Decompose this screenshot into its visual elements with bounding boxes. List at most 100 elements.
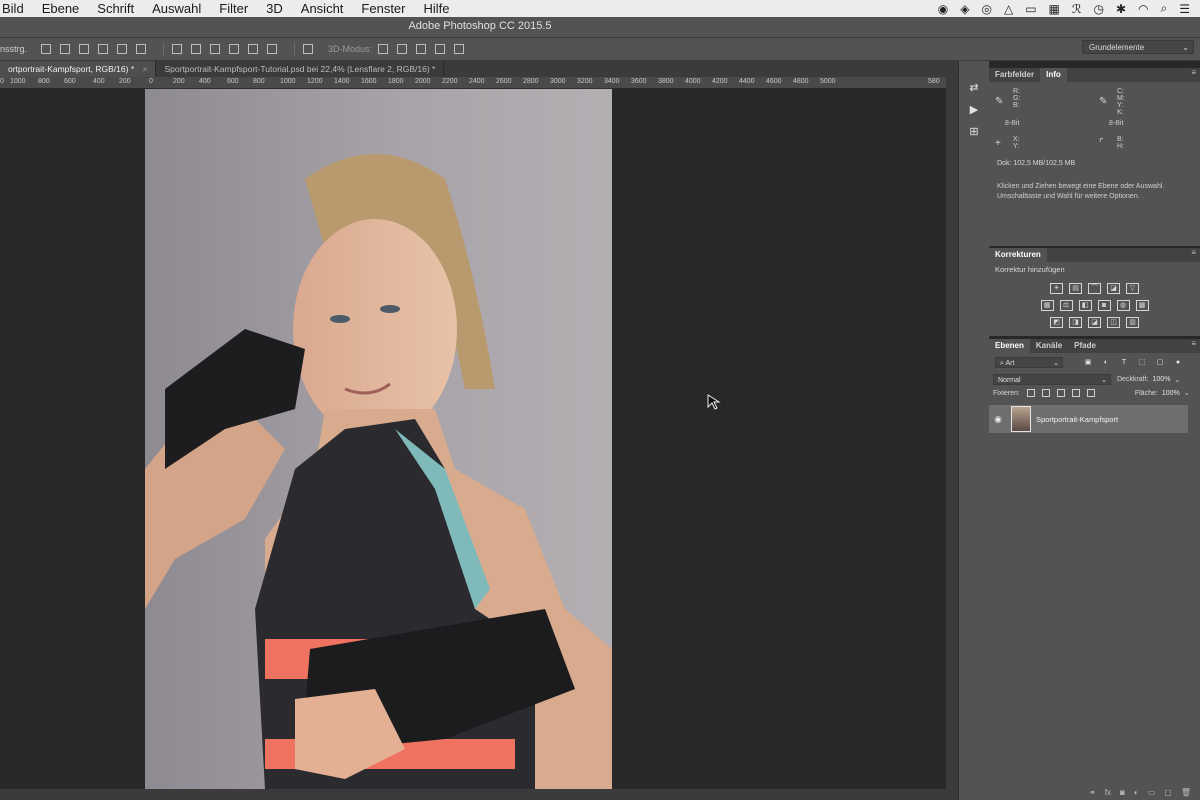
time-machine-icon[interactable]: ◷ — [1093, 2, 1103, 16]
wifi-icon[interactable]: ◠ — [1138, 2, 1148, 16]
auto-align-icon[interactable] — [303, 44, 314, 54]
canvas-area[interactable] — [0, 89, 946, 789]
opacity-value[interactable]: 100% — [1153, 376, 1171, 383]
notification-icon[interactable]: ☰ — [1179, 2, 1190, 16]
lock-all-icon[interactable] — [1086, 389, 1095, 397]
actions-play-icon[interactable]: ▶ — [967, 103, 981, 117]
menu-auswahl[interactable]: Auswahl — [152, 0, 201, 17]
invert-icon[interactable]: ◩ — [1050, 317, 1063, 328]
tab-ebenen[interactable]: Ebenen — [989, 339, 1030, 353]
eye-icon[interactable]: ◉ — [989, 414, 1007, 425]
fill-value[interactable]: 100% — [1162, 390, 1180, 397]
align-bottom-icon[interactable] — [79, 44, 90, 54]
history-panel-icon[interactable]: ⇄ — [967, 81, 981, 95]
black-white-icon[interactable]: ◧ — [1078, 300, 1092, 311]
vibrance-icon[interactable]: ▽ — [1126, 283, 1139, 294]
hue-saturation-icon[interactable]: ▦ — [1040, 300, 1054, 311]
tab-document-1[interactable]: ortportrait-Kampfsport, RGB/16) * × — [0, 61, 157, 77]
levels-icon[interactable]: ▤ — [1069, 283, 1082, 294]
fx-icon[interactable]: fx — [1105, 788, 1111, 797]
3d-rotate-icon[interactable] — [378, 44, 389, 54]
mask-icon[interactable]: ◙ — [1120, 788, 1125, 797]
pixel-filter-icon[interactable]: ▣ — [1083, 358, 1093, 367]
align-top-icon[interactable] — [41, 44, 52, 54]
drive-icon[interactable]: △ — [1004, 2, 1013, 16]
record-icon[interactable]: ◉ — [938, 2, 948, 16]
spotlight-icon[interactable]: ⌕ — [1161, 1, 1168, 16]
brightness-icon[interactable]: ☀ — [1050, 283, 1063, 294]
photo-filter-icon[interactable]: ◙ — [1097, 300, 1111, 311]
group-icon[interactable]: ▭ — [1148, 788, 1156, 797]
menu-ebene[interactable]: Ebene — [42, 0, 80, 17]
tab-farbfelder[interactable]: Farbfelder — [989, 68, 1040, 82]
3d-slide-icon[interactable] — [435, 44, 446, 54]
layer-row[interactable]: ◉ Sportportrait-Kampfsport — [989, 405, 1188, 433]
tab-kanaele[interactable]: Kanäle — [1030, 339, 1068, 353]
bluetooth-icon[interactable]: ✱ — [1116, 2, 1126, 16]
menu-fenster[interactable]: Fenster — [361, 0, 405, 17]
dropbox-icon[interactable]: ◈ — [960, 2, 969, 16]
smart-object-filter-icon[interactable]: ▢ — [1155, 358, 1165, 367]
vertical-scrollbar[interactable] — [946, 77, 958, 800]
chevron-down-icon[interactable]: ⌄ — [1184, 389, 1190, 397]
menu-bild[interactable]: Bild — [2, 0, 24, 17]
gradient-map-icon[interactable]: ▥ — [1126, 317, 1139, 328]
chevron-down-icon[interactable]: ⌄ — [1174, 376, 1180, 384]
layer-kind-filter[interactable]: ⌕ Art ⌄ — [995, 357, 1063, 368]
document-image[interactable] — [145, 89, 612, 789]
3d-scale-icon[interactable] — [454, 44, 465, 54]
lock-position-icon[interactable] — [1056, 389, 1065, 397]
shape-filter-icon[interactable]: ⬚ — [1137, 358, 1147, 367]
distribute-top-icon[interactable] — [172, 44, 183, 54]
menu-filter[interactable]: Filter — [219, 0, 248, 17]
exposure-icon[interactable]: ◪ — [1107, 283, 1120, 294]
lock-image-icon[interactable] — [1041, 389, 1050, 397]
menu-schrift[interactable]: Schrift — [97, 0, 134, 17]
tab-document-2[interactable]: Sportportrait-Kampfsport-Tutorial.psd be… — [156, 61, 445, 77]
tab-info[interactable]: Info — [1040, 68, 1067, 82]
grid-icon[interactable]: ▦ — [1049, 2, 1060, 16]
new-layer-icon[interactable]: ▢ — [1164, 788, 1172, 797]
align-left-icon[interactable] — [98, 44, 109, 54]
panel-menu-icon[interactable]: ≡ — [1191, 68, 1196, 77]
lock-artboard-icon[interactable] — [1071, 389, 1080, 397]
color-balance-icon[interactable]: ⚖ — [1059, 300, 1073, 311]
adjustment-filter-icon[interactable]: ◐ — [1101, 358, 1111, 367]
password-icon[interactable]: ▭ — [1025, 2, 1036, 16]
channel-mixer-icon[interactable]: ◍ — [1116, 300, 1130, 311]
filter-toggle-icon[interactable]: ● — [1173, 358, 1183, 367]
tab-korrekturen[interactable]: Korrekturen — [989, 248, 1047, 262]
creative-cloud-icon[interactable]: ◎ — [981, 2, 991, 16]
distribute-right-icon[interactable] — [267, 44, 278, 54]
blend-mode-select[interactable]: Normal ⌄ — [993, 374, 1111, 385]
distribute-bottom-icon[interactable] — [210, 44, 221, 54]
workspace-dropdown[interactable]: Grundelemente ⌄ — [1082, 40, 1194, 54]
menu-ansicht[interactable]: Ansicht — [301, 0, 344, 17]
selective-color-icon[interactable]: ◫ — [1107, 317, 1120, 328]
tool-option-label[interactable]: nsstrg. — [0, 44, 27, 54]
3d-drag-icon[interactable] — [416, 44, 427, 54]
adjustment-layer-icon[interactable]: ◐ — [1134, 788, 1139, 797]
tab-pfade[interactable]: Pfade — [1068, 339, 1102, 353]
link-icon[interactable]: ⚭ — [1089, 788, 1096, 797]
distribute-left-icon[interactable] — [229, 44, 240, 54]
properties-panel-icon[interactable]: ⊞ — [967, 125, 981, 139]
align-right-icon[interactable] — [136, 44, 147, 54]
trash-icon[interactable]: 🗑 — [1181, 788, 1191, 797]
3d-roll-icon[interactable] — [397, 44, 408, 54]
color-lookup-icon[interactable]: ▩ — [1135, 300, 1149, 311]
posterize-icon[interactable]: ◨ — [1069, 317, 1082, 328]
threshold-icon[interactable]: ◪ — [1088, 317, 1101, 328]
align-vcenter-icon[interactable] — [60, 44, 71, 54]
curves-icon[interactable]: ⌒ — [1088, 283, 1101, 294]
menu-3d[interactable]: 3D — [266, 0, 283, 17]
panel-menu-icon[interactable]: ≡ — [1191, 248, 1196, 257]
distribute-vcenter-icon[interactable] — [191, 44, 202, 54]
close-icon[interactable]: × — [143, 64, 148, 74]
type-filter-icon[interactable]: T — [1119, 358, 1129, 367]
lock-transparent-icon[interactable] — [1026, 389, 1035, 397]
align-hcenter-icon[interactable] — [117, 44, 128, 54]
panel-menu-icon[interactable]: ≡ — [1191, 339, 1196, 348]
menu-hilfe[interactable]: Hilfe — [424, 0, 450, 17]
app-icon[interactable]: ℛ — [1072, 2, 1082, 16]
